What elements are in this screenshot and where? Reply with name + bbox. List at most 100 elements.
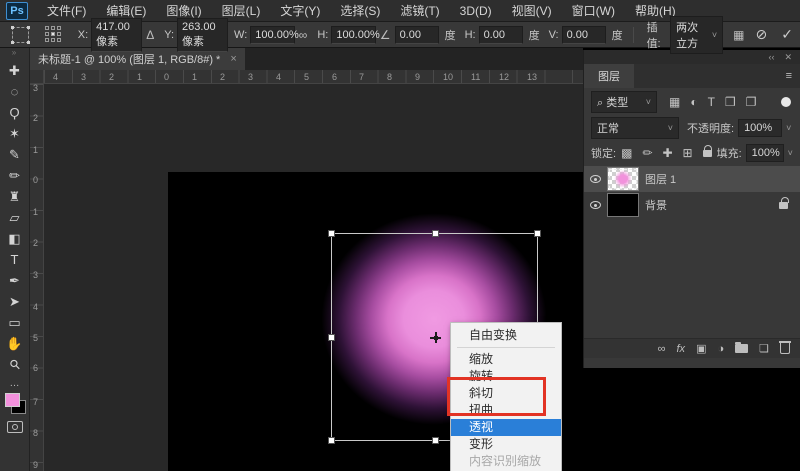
quick-mask-icon[interactable] (7, 421, 23, 433)
new-layer-icon[interactable]: ❏ (759, 342, 769, 355)
ruler-number: 6 (33, 363, 38, 373)
shape-tool[interactable]: ▭ (2, 312, 28, 333)
ruler-number: 2 (33, 113, 38, 123)
close-tab-icon[interactable]: × (230, 53, 236, 65)
menu-item-scale[interactable]: 缩放 (451, 351, 561, 368)
ruler-number: 8 (33, 428, 38, 438)
menu-type[interactable]: 文字(Y) (271, 0, 329, 21)
relative-position-icon[interactable]: Δ (146, 28, 154, 42)
interpolation-select[interactable]: 两次立方 ˅ (670, 16, 723, 54)
move-tool[interactable]: ✚ (2, 60, 28, 81)
reference-point-locator[interactable] (45, 26, 62, 43)
menu-separator (457, 347, 555, 348)
delete-layer-icon[interactable] (780, 343, 790, 354)
menu-view[interactable]: 视图(V) (503, 0, 561, 21)
horizontal-ruler[interactable]: 4 3 2 1 0 1 2 3 4 5 6 7 8 9 10 11 12 13 (44, 70, 583, 84)
layer-thumbnail[interactable] (607, 167, 639, 191)
foreground-color-swatch[interactable] (5, 393, 20, 407)
link-layers-icon[interactable]: ∞ (658, 343, 666, 355)
chevron-down-icon[interactable]: ˅ (786, 123, 791, 133)
layer-name[interactable]: 图层 1 (645, 171, 676, 187)
visibility-eye-icon[interactable] (590, 175, 601, 183)
blend-mode-select[interactable]: 正常 ˅ (591, 117, 679, 139)
brush-tool[interactable]: ✏ (2, 165, 28, 186)
layer-thumbnail[interactable] (607, 193, 639, 217)
options-bar: X: 417.00 像素 Δ Y: 263.00 像素 W: 100.00% ∞… (0, 22, 800, 48)
x-position-field[interactable]: 417.00 像素 (91, 18, 142, 52)
type-tool[interactable]: T (2, 249, 28, 270)
ruler-number: 0 (33, 175, 38, 185)
layer-name[interactable]: 背景 (645, 197, 667, 213)
layer-effects-icon[interactable]: fx (677, 343, 686, 355)
color-swatches[interactable] (4, 393, 26, 413)
h-skew-field[interactable]: 0.00 (479, 26, 523, 44)
layer-row-layer1[interactable]: 图层 1 (584, 166, 800, 192)
filter-toggle[interactable] (781, 97, 791, 107)
separator (633, 27, 634, 43)
filter-smart-objects-icon[interactable]: ❐ (746, 95, 757, 109)
path-select-tool[interactable]: ➤ (2, 291, 28, 312)
transform-handle-w[interactable] (328, 334, 335, 341)
rotate-field[interactable]: 0.00 (395, 26, 439, 44)
new-group-icon[interactable] (735, 344, 748, 353)
opacity-value[interactable]: 100% (738, 119, 782, 137)
fill-value[interactable]: 100% (746, 144, 784, 162)
ruler-number: 6 (332, 72, 337, 82)
close-panel-icon[interactable]: ✕ (784, 52, 792, 63)
chevron-down-icon[interactable]: ˅ (788, 148, 793, 158)
lock-label: 锁定: (591, 145, 616, 161)
menu-window[interactable]: 窗口(W) (563, 0, 624, 21)
transform-handle-sw[interactable] (328, 437, 335, 444)
menu-item-warp[interactable]: 变形 (451, 436, 561, 453)
v-skew-field[interactable]: 0.00 (562, 26, 606, 44)
marquee-tool[interactable]: ◌ (2, 81, 28, 102)
lock-artboard-icon[interactable]: ⊞ (683, 146, 693, 160)
adjustment-layer-icon[interactable]: ◑ (717, 343, 724, 355)
lock-pixels-icon[interactable]: ✏ (642, 146, 652, 160)
menu-select[interactable]: 选择(S) (331, 0, 389, 21)
menu-3d[interactable]: 3D(D) (451, 2, 501, 20)
visibility-eye-icon[interactable] (590, 201, 601, 209)
panel-menu-icon[interactable]: ≡ (786, 70, 792, 82)
menu-filter[interactable]: 滤镜(T) (391, 0, 448, 21)
link-dimensions-icon[interactable]: ∞ (299, 28, 308, 42)
layer-mask-icon[interactable]: ▣ (696, 342, 706, 355)
lasso-tool[interactable]: Ϙ (2, 102, 28, 123)
filter-adjustment-layers-icon[interactable]: ◐ (690, 95, 697, 109)
warp-mode-toggle-icon[interactable]: ▦ (733, 28, 744, 42)
clone-stamp-tool[interactable]: ♜ (2, 186, 28, 207)
layer-row-background[interactable]: 背景 (584, 192, 800, 218)
width-field[interactable]: 100.00% (250, 26, 294, 44)
filter-shape-layers-icon[interactable]: ❒ (725, 95, 736, 109)
filter-pixel-layers-icon[interactable]: ▦ (669, 95, 680, 109)
transform-center-crosshair[interactable] (430, 332, 441, 343)
layers-tab[interactable]: 图层 (584, 64, 634, 88)
filter-type-layers-icon[interactable]: T (708, 95, 715, 109)
collapse-panel-icon[interactable]: ‹‹ (768, 52, 774, 62)
transform-handle-ne[interactable] (534, 230, 541, 237)
eraser-tool[interactable]: ▱ (2, 207, 28, 228)
lock-all-icon[interactable] (703, 150, 712, 157)
cancel-transform-button[interactable]: ⊘ (756, 26, 768, 43)
pen-tool[interactable]: ✒ (2, 270, 28, 291)
height-field[interactable]: 100.00% (331, 26, 375, 44)
menu-item-free-transform[interactable]: 自由变换 (451, 327, 561, 344)
eyedropper-tool[interactable]: ✎ (2, 144, 28, 165)
ruler-number: 12 (499, 72, 509, 82)
vertical-ruler[interactable]: 3 2 1 0 1 2 3 4 5 6 7 8 9 (30, 84, 44, 471)
panel-grip[interactable]: » (12, 48, 17, 60)
gradient-tool[interactable]: ◧ (2, 228, 28, 249)
lock-row: 锁定: ▩ ✏ ✚ ⊞ 填充: 100% ˅ (584, 143, 800, 163)
menu-file[interactable]: 文件(F) (38, 0, 95, 21)
menu-item-perspective[interactable]: 透视 (451, 419, 561, 436)
magic-wand-tool[interactable]: ✶ (2, 123, 28, 144)
y-position-field[interactable]: 263.00 像素 (177, 18, 228, 52)
ruler-number: 2 (220, 72, 225, 82)
lock-transparency-icon[interactable]: ▩ (621, 146, 632, 160)
transform-handle-nw[interactable] (328, 230, 335, 237)
commit-transform-button[interactable]: ✓ (781, 26, 793, 43)
lock-position-icon[interactable]: ✚ (662, 146, 672, 160)
filter-type-select[interactable]: ⌕ 类型 ˅ (591, 91, 657, 113)
transform-handle-s[interactable] (432, 437, 439, 444)
transform-handle-n[interactable] (432, 230, 439, 237)
